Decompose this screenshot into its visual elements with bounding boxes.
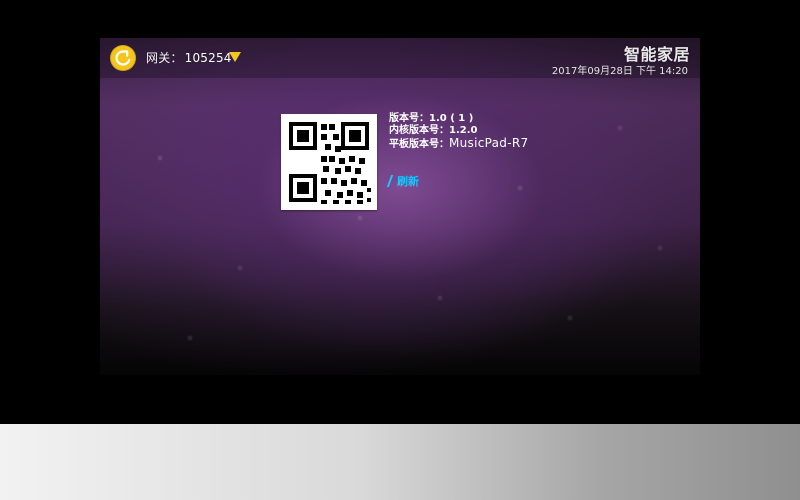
pad-version-value: MusicPad-R7 bbox=[449, 136, 529, 150]
tablet-screen: 网关： 105254 智能家居 2017年09月28日 下午 14:20 版本号… bbox=[100, 38, 700, 375]
kernel-version-value: 1.2.0 bbox=[449, 125, 478, 136]
pad-version-label: 平板版本号： bbox=[389, 139, 449, 150]
kernel-version-label: 内核版本号： bbox=[389, 125, 449, 136]
app-root: 网关： 105254 智能家居 2017年09月28日 下午 14:20 版本号… bbox=[0, 0, 800, 500]
version-info: 版本号：1.0 ( 1 ) 内核版本号：1.2.0 平板版本号：MusicPad… bbox=[389, 113, 528, 151]
datetime: 2017年09月28日 下午 14:20 bbox=[551, 66, 688, 77]
gateway-indicator[interactable]: 网关： 105254 bbox=[146, 49, 232, 66]
qr-code bbox=[281, 114, 377, 210]
refresh-button[interactable]: 刷新 bbox=[386, 173, 419, 189]
refresh-label: 刷新 bbox=[397, 175, 419, 188]
version-value: 1.0 ( 1 ) bbox=[429, 113, 474, 124]
refresh-indicator-icon bbox=[386, 175, 394, 187]
bottom-gradient bbox=[0, 424, 800, 500]
gateway-value: 105254 bbox=[184, 51, 232, 65]
triangle-down-icon[interactable] bbox=[229, 52, 241, 62]
pad-version-row: 平板版本号：MusicPad-R7 bbox=[389, 137, 528, 151]
device-frame: 网关： 105254 智能家居 2017年09月28日 下午 14:20 版本号… bbox=[0, 0, 800, 424]
version-label: 版本号： bbox=[389, 113, 429, 124]
version-row: 版本号：1.0 ( 1 ) bbox=[389, 113, 528, 125]
top-bar: 网关： 105254 智能家居 2017年09月28日 下午 14:20 bbox=[100, 38, 700, 78]
refresh-icon[interactable] bbox=[110, 45, 136, 71]
qr-code-icon bbox=[281, 114, 377, 210]
gateway-label: 网关： bbox=[146, 51, 183, 65]
